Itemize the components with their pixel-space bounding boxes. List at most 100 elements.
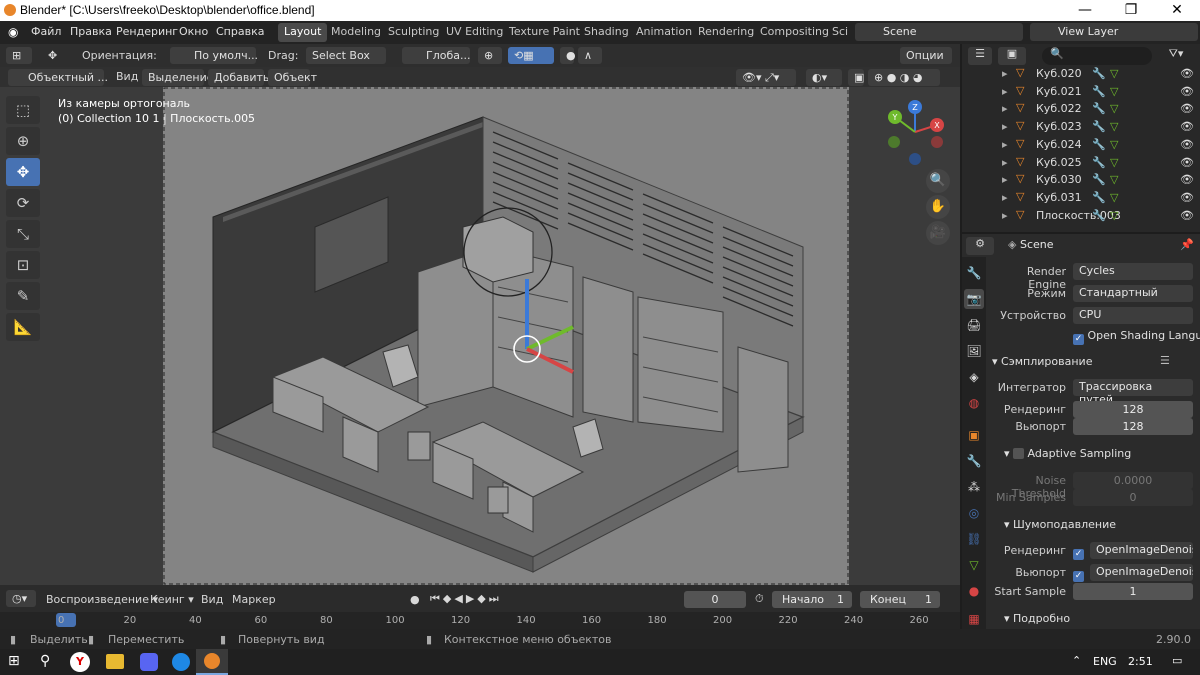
mode-dropdown[interactable]: Объектный ...	[8, 69, 108, 86]
outliner-row[interactable]: ▸ ▽ Куб.023 🔧 ▽ 👁	[962, 118, 1200, 136]
noise-threshold-field[interactable]: 0.0000	[1073, 472, 1193, 489]
annotate-tool-icon[interactable]: ✎	[6, 282, 40, 310]
visibility-eye-icon[interactable]: 👁	[1180, 138, 1194, 151]
tab-layout[interactable]: Layout	[278, 23, 328, 42]
presets-icon[interactable]: ☰	[1160, 354, 1170, 367]
search-icon[interactable]: ⚲	[40, 653, 50, 669]
tab-sculpting[interactable]: Sculpting	[382, 23, 445, 42]
expand-arrow-icon[interactable]: ▸	[1002, 102, 1008, 115]
visibility-eye-icon[interactable]: 👁	[1180, 191, 1194, 204]
menu-window[interactable]: Окно	[179, 25, 208, 38]
device-dropdown[interactable]: CPU	[1073, 307, 1193, 324]
playback-controls[interactable]: ⏮◆◀▶◆⏭	[430, 592, 502, 606]
expand-arrow-icon[interactable]: ▸	[1002, 173, 1008, 186]
discord-icon[interactable]	[140, 653, 158, 671]
drag-dropdown[interactable]: Select Box	[306, 47, 386, 64]
tab-compositing[interactable]: Compositing	[754, 23, 835, 42]
output-tab-icon[interactable]: 🖨	[964, 315, 984, 335]
visibility-eye-icon[interactable]: 👁	[1180, 209, 1194, 222]
yandex-browser-icon[interactable]: Y	[70, 652, 90, 672]
outliner-row[interactable]: ▸ ▽ Куб.030 🔧 ▽ 👁	[962, 171, 1200, 189]
expand-arrow-icon[interactable]: ▸	[1002, 191, 1008, 204]
timeline-view-menu[interactable]: Вид	[201, 593, 223, 606]
playback-menu[interactable]: Воспроизведение ▾	[46, 593, 158, 606]
properties-editor-icon[interactable]: ⚙	[966, 237, 994, 255]
move-tool-button[interactable]: ✥	[6, 158, 40, 186]
cursor-tool-icon[interactable]: ⊕	[6, 127, 40, 155]
scene-selector[interactable]: Scene	[855, 23, 1023, 41]
file-explorer-icon[interactable]	[106, 654, 124, 669]
camera-view-icon[interactable]: 🎥	[926, 221, 950, 245]
outliner-row[interactable]: ▸ ▽ Куб.020 🔧 ▽ 👁	[962, 65, 1200, 83]
feature-set-dropdown[interactable]: Стандартный	[1073, 285, 1193, 302]
object-tab-icon[interactable]: ▣	[964, 425, 984, 445]
osl-checkbox[interactable]: ✓ Open Shading Langua...	[1073, 329, 1200, 345]
filter-icon[interactable]: ⛛▾	[1158, 47, 1194, 61]
expand-arrow-icon[interactable]: ▸	[1002, 156, 1008, 169]
denoise-viewport-checkbox[interactable]: ✓	[1073, 566, 1084, 582]
render-samples-field[interactable]: 128	[1073, 401, 1193, 418]
pan-hand-icon[interactable]: ✋	[926, 195, 950, 219]
outliner-row[interactable]: ▸ ▽ Куб.025 🔧 ▽ 👁	[962, 154, 1200, 172]
material-tab-icon[interactable]: ●	[964, 581, 984, 601]
min-samples-field[interactable]: 0	[1073, 489, 1193, 506]
visibility-eye-icon[interactable]: 👁	[1180, 120, 1194, 133]
denoise-render-checkbox[interactable]: ✓	[1073, 544, 1084, 560]
transform-tool-icon[interactable]: ⊡	[6, 251, 40, 279]
adaptive-checkbox[interactable]	[1013, 448, 1025, 459]
outliner-editor-icon[interactable]: ☰	[968, 47, 992, 65]
close-window-button[interactable]: ✕	[1154, 0, 1200, 21]
viewport-samples-field[interactable]: 128	[1073, 418, 1193, 435]
maximize-button[interactable]: ❐	[1108, 0, 1154, 21]
app-icon[interactable]	[172, 653, 190, 671]
tab-modeling[interactable]: Modeling	[325, 23, 387, 42]
scale-tool-icon[interactable]: ⤡	[6, 220, 40, 248]
outliner-row[interactable]: ▸ ▽ Куб.021 🔧 ▽ 👁	[962, 83, 1200, 101]
texture-tab-icon[interactable]: ▦	[964, 609, 984, 629]
outliner-search-input[interactable]: 🔍	[1042, 47, 1152, 65]
shading-mode-buttons[interactable]: ⊕ ● ◑ ◕	[868, 69, 940, 86]
navigation-gizmo[interactable]: Z X Y	[880, 97, 950, 167]
pivot-icon[interactable]: ⊕	[478, 47, 502, 64]
record-button[interactable]: ●	[410, 593, 420, 606]
start-frame-field[interactable]: Начало 1	[772, 591, 852, 608]
expand-arrow-icon[interactable]: ▸	[1002, 85, 1008, 98]
menu-render[interactable]: Рендеринг	[116, 25, 178, 38]
timeline-editor-icon[interactable]: ◷▾	[6, 590, 36, 607]
tab-uv-editing[interactable]: UV Editing	[440, 23, 509, 42]
outliner-row[interactable]: ▸ ▽ Куб.022 🔧 ▽ 👁	[962, 100, 1200, 118]
expand-arrow-icon[interactable]: ▸	[1002, 209, 1008, 222]
orientation-dropdown[interactable]: По умолч...	[170, 47, 258, 64]
blender-taskbar-button[interactable]	[196, 649, 228, 675]
integrator-dropdown[interactable]: Трассировка путей	[1073, 379, 1193, 406]
menu-view[interactable]: Вид	[116, 70, 138, 83]
sampling-panel-header[interactable]: ▾ Сэмплирование	[992, 355, 1092, 368]
zoom-icon[interactable]: 🔍	[926, 169, 950, 193]
tray-chevron-icon[interactable]: ⌃	[1072, 654, 1081, 667]
tab-scripting[interactable]: Sci	[826, 23, 854, 42]
menu-help[interactable]: Справка	[216, 25, 264, 38]
adaptive-sampling-header[interactable]: ▾ Adaptive Sampling	[1004, 447, 1131, 460]
notification-icon[interactable]: ▭	[1172, 654, 1182, 667]
outliner-row[interactable]: ▸ ▽ Плоскость.003 🔧 ▽ 👁	[962, 207, 1200, 225]
proportional-edit-icon[interactable]: ●	[560, 47, 576, 64]
snap-toggle[interactable]: ⟲▦	[508, 47, 554, 64]
data-tab-icon[interactable]: ▽	[964, 555, 984, 575]
modifier-tab-icon[interactable]: 🔧	[964, 451, 984, 471]
tool-tab-icon[interactable]: 🔧	[964, 263, 984, 283]
falloff-icon[interactable]: ∧	[578, 47, 602, 64]
marker-menu[interactable]: Маркер	[232, 593, 276, 606]
particles-tab-icon[interactable]: ⁂	[964, 477, 984, 497]
visibility-eye-icon[interactable]: 👁	[1180, 102, 1194, 115]
xray-toggle[interactable]: ▣	[848, 69, 864, 86]
keying-menu[interactable]: Кеинг ▾	[150, 593, 194, 606]
rotate-tool-icon[interactable]: ⟳	[6, 189, 40, 217]
scene-tab-icon[interactable]: ◈	[964, 367, 984, 387]
clock-icon[interactable]: ⏱	[755, 592, 764, 606]
tab-texture-paint[interactable]: Texture Paint	[503, 23, 586, 42]
measure-tool-icon[interactable]: 📐	[6, 313, 40, 341]
menu-edit[interactable]: Правка	[70, 25, 112, 38]
visibility-eye-icon[interactable]: 👁	[1180, 173, 1194, 186]
outliner-row[interactable]: ▸ ▽ Куб.031 🔧 ▽ 👁	[962, 189, 1200, 207]
menu-object[interactable]: Объект	[268, 69, 317, 86]
